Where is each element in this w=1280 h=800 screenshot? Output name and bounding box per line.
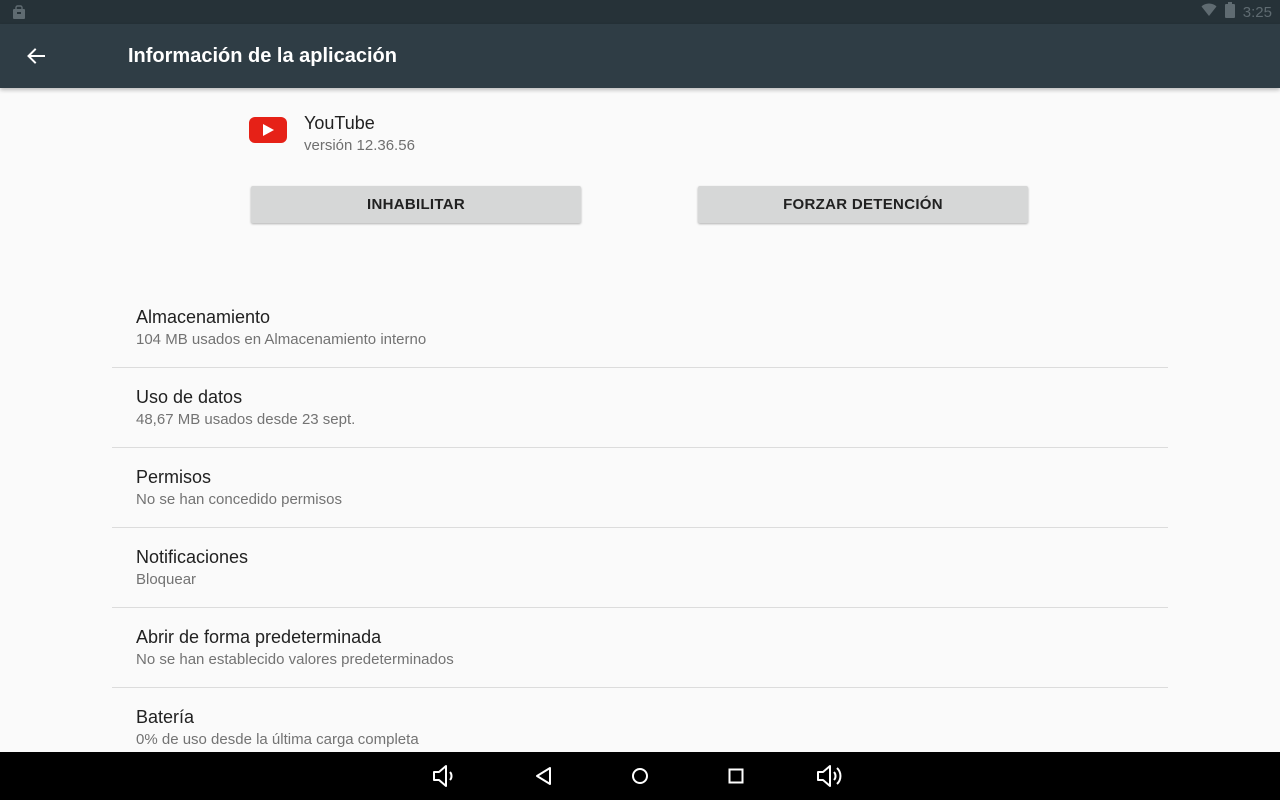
clock: 3:25 bbox=[1242, 3, 1272, 21]
setting-title: Permisos bbox=[136, 467, 212, 487]
app-bar: Información de la aplicación bbox=[0, 24, 1280, 88]
force-stop-button[interactable]: FORZAR DETENCIÓN bbox=[698, 186, 1028, 223]
notifications-item[interactable]: Notificaciones Bloquear bbox=[112, 528, 1168, 608]
notification-bag-icon bbox=[11, 4, 27, 20]
open-by-default-item[interactable]: Abrir de forma predeterminada No se han … bbox=[112, 608, 1168, 688]
recents-square-icon[interactable] bbox=[720, 762, 752, 790]
volume-up-icon[interactable] bbox=[815, 762, 847, 790]
setting-subtitle: No se han concedido permisos bbox=[136, 491, 342, 508]
setting-title: Uso de datos bbox=[136, 387, 243, 407]
app-version: versión 12.36.56 bbox=[304, 137, 415, 154]
data-usage-item[interactable]: Uso de datos 48,67 MB usados desde 23 se… bbox=[112, 368, 1168, 448]
navigation-bar bbox=[0, 752, 1280, 800]
setting-title: Batería bbox=[136, 707, 195, 727]
setting-subtitle: 48,67 MB usados desde 23 sept. bbox=[136, 411, 356, 428]
disable-button[interactable]: INHABILITAR bbox=[251, 186, 581, 223]
setting-title: Almacenamiento bbox=[136, 307, 271, 327]
setting-title: Abrir de forma predeterminada bbox=[136, 627, 382, 647]
setting-subtitle: 104 MB usados en Almacenamiento interno bbox=[136, 331, 427, 348]
youtube-icon bbox=[248, 116, 288, 144]
back-triangle-icon[interactable] bbox=[528, 762, 560, 790]
setting-subtitle: No se han establecido valores predetermi… bbox=[136, 651, 454, 668]
setting-title: Notificaciones bbox=[136, 547, 249, 567]
wifi-icon bbox=[1201, 3, 1217, 22]
home-circle-icon[interactable] bbox=[624, 762, 656, 790]
setting-subtitle: Bloquear bbox=[136, 571, 197, 588]
app-header: YouTube versión 12.36.56 bbox=[248, 112, 848, 162]
volume-down-icon[interactable] bbox=[429, 762, 461, 790]
battery-icon bbox=[1224, 1, 1235, 23]
page-title: Información de la aplicación bbox=[128, 45, 397, 67]
setting-subtitle: 0% de uso desde la última carga completa bbox=[136, 731, 419, 748]
status-bar: 3:25 bbox=[0, 0, 1280, 24]
app-name: YouTube bbox=[304, 113, 375, 133]
back-arrow-icon[interactable] bbox=[20, 40, 52, 72]
storage-item[interactable]: Almacenamiento 104 MB usados en Almacena… bbox=[112, 288, 1168, 368]
settings-list: Almacenamiento 104 MB usados en Almacena… bbox=[112, 288, 1168, 768]
permissions-item[interactable]: Permisos No se han concedido permisos bbox=[112, 448, 1168, 528]
